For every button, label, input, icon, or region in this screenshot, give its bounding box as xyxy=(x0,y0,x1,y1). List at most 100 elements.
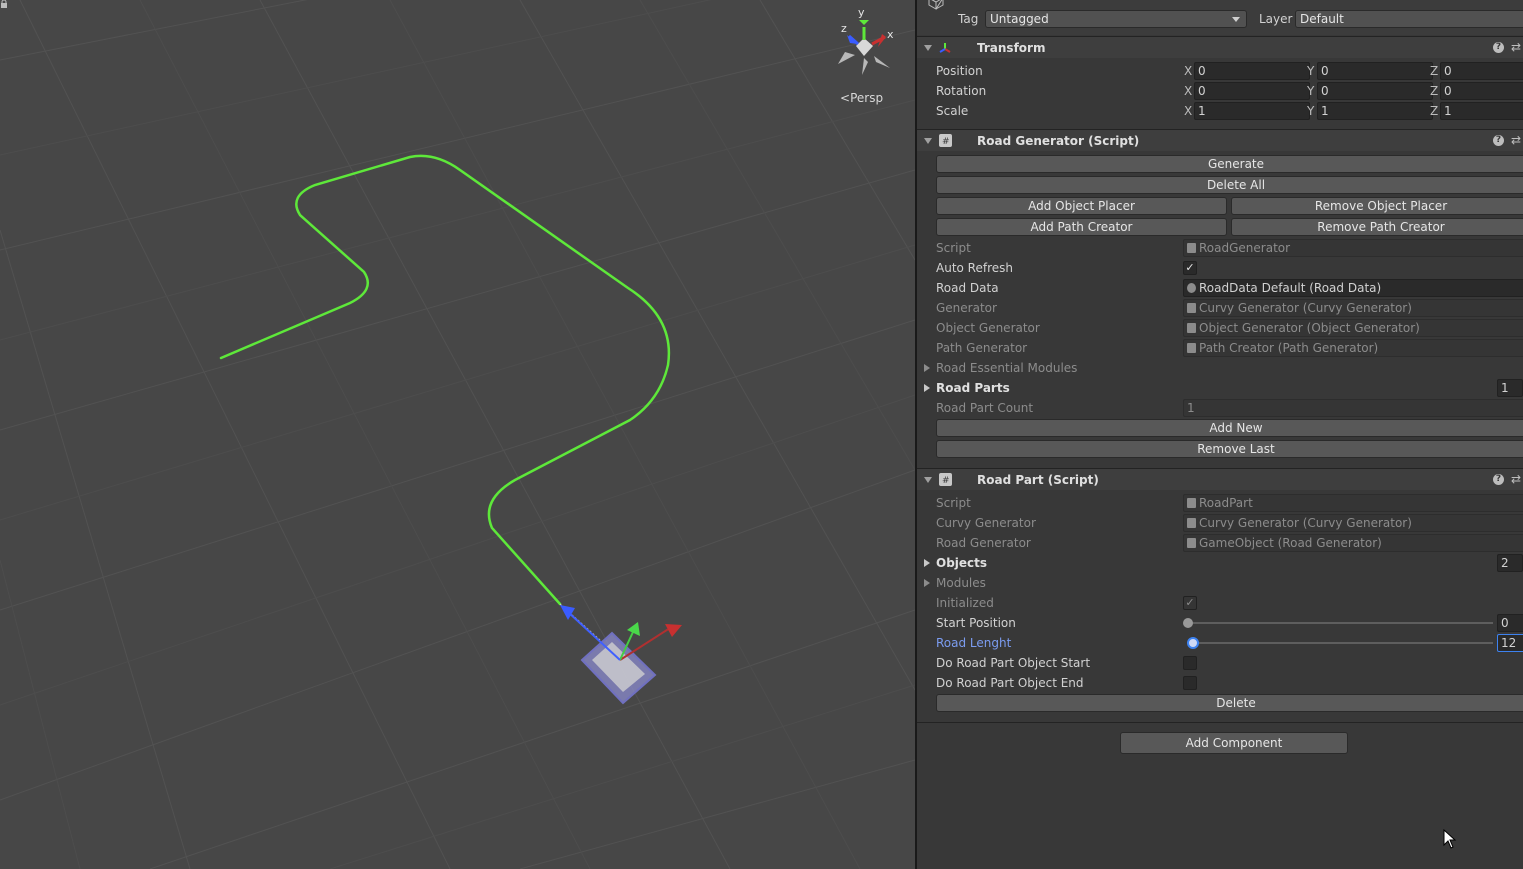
svg-text:x: x xyxy=(887,28,894,41)
road-data-row: Road Data RoadData Default (Road Data) xyxy=(917,278,1523,298)
road-length-slider-handle[interactable] xyxy=(1187,637,1199,649)
layer-dropdown[interactable]: Default xyxy=(1295,10,1523,28)
end-object-checkbox[interactable] xyxy=(1183,676,1197,690)
objects-foldout[interactable]: Objects 2 xyxy=(917,553,1523,573)
scene-view[interactable]: y z x <Persp xyxy=(0,0,915,869)
scene-grid: y z x xyxy=(0,0,915,869)
road-part-script-row: Script RoadPart xyxy=(917,493,1523,513)
help-icon[interactable]: ? xyxy=(1493,42,1504,53)
add-component-button[interactable]: Add Component xyxy=(1120,732,1348,754)
generator-value: Curvy Generator (Curvy Generator) xyxy=(1199,301,1412,315)
road-part-script-field: RoadPart xyxy=(1183,494,1523,512)
add-object-placer-button[interactable]: Add Object Placer xyxy=(936,197,1227,215)
road-part-script-value: RoadPart xyxy=(1199,496,1253,510)
initialized-label: Initialized xyxy=(936,596,994,610)
remove-path-creator-button[interactable]: Remove Path Creator xyxy=(1231,218,1523,236)
road-generator-header[interactable]: # Road Generator (Script) ? ⇄ xyxy=(917,129,1523,151)
delete-all-button[interactable]: Delete All xyxy=(936,176,1523,194)
curvy-generator-label: Curvy Generator xyxy=(936,516,1036,530)
help-icon[interactable]: ? xyxy=(1493,135,1504,146)
position-y-field[interactable]: 0 xyxy=(1317,62,1433,80)
delete-button[interactable]: Delete xyxy=(936,694,1523,712)
settings-icon[interactable]: ⇄ xyxy=(1511,40,1523,54)
start-position-slider-track[interactable] xyxy=(1187,622,1493,624)
scale-z-field[interactable]: 1 xyxy=(1440,102,1523,120)
position-x-field[interactable]: 0 xyxy=(1194,62,1310,80)
start-position-slider-handle[interactable] xyxy=(1183,618,1193,628)
auto-refresh-label: Auto Refresh xyxy=(936,261,1013,275)
add-path-creator-button[interactable]: Add Path Creator xyxy=(936,218,1227,236)
generate-button[interactable]: Generate xyxy=(936,155,1523,173)
x-axis-label: X xyxy=(1184,104,1193,118)
road-parts-foldout[interactable]: Road Parts 1 xyxy=(917,378,1523,398)
rotation-y-field[interactable]: 0 xyxy=(1317,82,1433,100)
path-generator-row: Path Generator Path Creator (Path Genera… xyxy=(917,338,1523,358)
script-field: RoadGenerator xyxy=(1183,239,1523,257)
road-part-title: Road Part (Script) xyxy=(977,473,1099,487)
road-essential-modules-foldout[interactable]: Road Essential Modules xyxy=(917,358,1523,378)
y-axis-label: Y xyxy=(1307,104,1315,118)
scale-y-field[interactable]: 1 xyxy=(1317,102,1433,120)
settings-icon[interactable]: ⇄ xyxy=(1511,133,1523,147)
x-axis-label: X xyxy=(1184,64,1193,78)
objects-size-field[interactable]: 2 xyxy=(1497,554,1523,572)
road-essential-modules-label: Road Essential Modules xyxy=(936,361,1078,375)
road-data-field[interactable]: RoadData Default (Road Data) xyxy=(1183,279,1523,297)
position-row: Position X 0 Y 0 Z 0 xyxy=(917,61,1523,81)
scale-x-field[interactable]: 1 xyxy=(1194,102,1310,120)
add-new-button[interactable]: Add New xyxy=(936,419,1523,437)
script-label: Script xyxy=(936,241,971,255)
rotation-x-field[interactable]: 0 xyxy=(1194,82,1310,100)
remove-last-button[interactable]: Remove Last xyxy=(936,440,1523,458)
start-object-label: Do Road Part Object Start xyxy=(936,656,1091,670)
foldout-arrow-icon xyxy=(924,579,930,587)
road-part-header[interactable]: # Road Part (Script) ? ⇄ xyxy=(917,468,1523,490)
road-part-count-row: Road Part Count 1 xyxy=(917,398,1523,418)
modules-foldout[interactable]: Modules xyxy=(917,573,1523,593)
curvy-generator-value: Curvy Generator (Curvy Generator) xyxy=(1199,516,1412,530)
tag-dropdown[interactable]: Untagged xyxy=(985,10,1247,28)
projection-toggle[interactable]: <Persp xyxy=(840,91,883,105)
svg-text:y: y xyxy=(858,6,865,19)
road-length-field[interactable]: 12 xyxy=(1497,634,1523,652)
svg-text:z: z xyxy=(841,22,847,35)
mouse-cursor-icon xyxy=(1443,829,1457,849)
chevron-down-icon xyxy=(1232,17,1240,22)
rotation-label: Rotation xyxy=(936,84,987,98)
script-icon: # xyxy=(939,134,952,147)
start-position-label: Start Position xyxy=(936,616,1016,630)
road-length-slider-track[interactable] xyxy=(1187,642,1493,644)
transform-title: Transform xyxy=(977,41,1046,55)
transform-header[interactable]: Transform ? ⇄ xyxy=(917,36,1523,58)
initialized-row: Initialized ✓ xyxy=(917,593,1523,613)
auto-refresh-checkbox[interactable]: ✓ xyxy=(1183,261,1197,275)
object-header: Tag Untagged Layer Default xyxy=(917,0,1523,35)
layer-label: Layer xyxy=(1259,12,1293,26)
road-parts-label: Road Parts xyxy=(936,381,1010,395)
orientation-gizmo[interactable]: y z x xyxy=(838,6,894,75)
script-file-icon xyxy=(1187,498,1196,508)
lock-icon[interactable] xyxy=(0,0,8,8)
x-axis-label: X xyxy=(1184,84,1193,98)
script-file-icon xyxy=(1187,303,1196,313)
road-generator-label: Road Generator xyxy=(936,536,1031,550)
path-generator-value: Path Creator (Path Generator) xyxy=(1199,341,1379,355)
remove-object-placer-button[interactable]: Remove Object Placer xyxy=(1231,197,1523,215)
settings-icon[interactable]: ⇄ xyxy=(1511,472,1523,486)
start-object-checkbox[interactable] xyxy=(1183,656,1197,670)
road-parts-size-field[interactable]: 1 xyxy=(1497,379,1523,397)
road-generator-title: Road Generator (Script) xyxy=(977,134,1140,148)
road-length-row: Road Lenght 12 xyxy=(917,633,1523,653)
z-axis-label: Z xyxy=(1430,104,1439,118)
script-file-icon xyxy=(1187,243,1196,253)
start-position-field[interactable]: 0 xyxy=(1497,614,1523,632)
object-generator-value: Object Generator (Object Generator) xyxy=(1199,321,1420,335)
help-icon[interactable]: ? xyxy=(1493,474,1504,485)
modules-label: Modules xyxy=(936,576,986,590)
position-z-field[interactable]: 0 xyxy=(1440,62,1523,80)
foldout-arrow-icon xyxy=(924,364,930,372)
generator-row: Generator Curvy Generator (Curvy Generat… xyxy=(917,298,1523,318)
end-object-row: Do Road Part Object End xyxy=(917,673,1523,693)
inspector-panel: Tag Untagged Layer Default Transform ? ⇄… xyxy=(917,0,1523,869)
rotation-z-field[interactable]: 0 xyxy=(1440,82,1523,100)
